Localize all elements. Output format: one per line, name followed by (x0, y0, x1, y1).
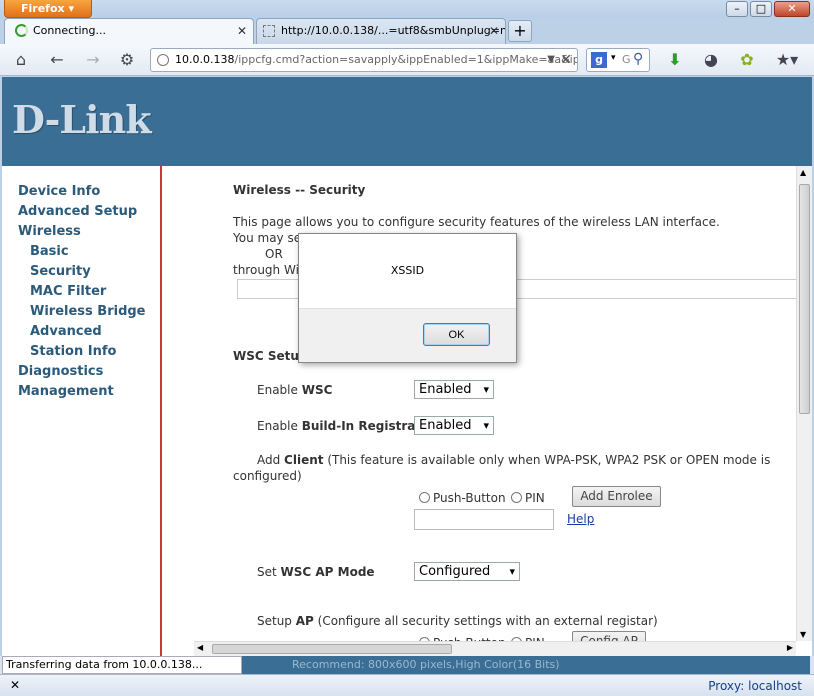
ap-mode-label: Set (257, 565, 281, 579)
search-input[interactable]: G (622, 53, 631, 66)
sidebar-item-diagnostics[interactable]: Diagnostics (18, 364, 103, 379)
loading-spinner-icon (15, 24, 28, 37)
firefox-menu-button[interactable]: Firefox ▾ (4, 0, 92, 18)
sidebar-item-advanced-setup[interactable]: Advanced Setup (18, 204, 137, 219)
horizontal-scroll-thumb[interactable] (212, 644, 452, 654)
forward-icon[interactable]: → (82, 50, 104, 70)
add-client-label-bold: Client (284, 453, 324, 467)
tab-connecting[interactable]: Connecting... ✕ (4, 18, 254, 44)
sidebar-item-mac-filter[interactable]: MAC Filter (30, 284, 106, 299)
palette-icon[interactable]: ◕ (700, 50, 722, 70)
enable-wsc-label: Enable (257, 383, 302, 397)
enable-wsc-label-bold: WSC (301, 383, 333, 397)
search-icon[interactable]: ⚲ (633, 51, 643, 67)
dialog-footer: OK (299, 308, 516, 362)
home-icon[interactable]: ⌂ (10, 50, 32, 70)
google-icon[interactable]: g (591, 52, 607, 68)
tab-bar: Connecting... ✕ http://10.0.0.138/...=ut… (0, 18, 814, 44)
url-bar[interactable]: 10.0.0.138/ippcfg.cmd?action=savapply&ip… (150, 48, 578, 72)
sidebar-item-station-info[interactable]: Station Info (30, 344, 116, 359)
stop-icon[interactable]: ✕ (560, 49, 572, 71)
back-icon[interactable]: ← (46, 50, 68, 70)
sidebar-item-device-info[interactable]: Device Info (18, 184, 100, 199)
ap-mode-select[interactable]: Configured (414, 562, 520, 581)
sidebar-item-advanced[interactable]: Advanced (30, 324, 102, 339)
tab-url[interactable]: http://10.0.0.138/...=utf8&smbUnplug=no … (256, 18, 506, 44)
pin-radio[interactable] (511, 492, 522, 503)
setup-ap-label-bold: AP (295, 614, 314, 628)
scroll-up-icon[interactable]: ▲ (800, 168, 806, 177)
status-text: Transferring data from 10.0.0.138... (2, 656, 242, 674)
horizontal-scrollbar[interactable]: ◀ ▶ (194, 641, 796, 656)
footer-banner: Recommend: 800x600 pixels,High Color(16 … (162, 656, 810, 674)
status-bar: Recommend: 800x600 pixels,High Color(16 … (0, 656, 814, 674)
sidebar-item-wireless[interactable]: Wireless (18, 224, 81, 239)
wsc-setup-heading: WSC Setup (233, 349, 308, 363)
enable-registrar-label: Enable (257, 419, 302, 433)
close-addon-bar-icon[interactable]: ✕ (10, 678, 20, 692)
sidebar-item-management[interactable]: Management (18, 384, 114, 399)
add-client-label: Add (257, 453, 285, 467)
sidebar-item-basic[interactable]: Basic (30, 244, 69, 259)
intro-text: This page allows you to configure securi… (233, 215, 720, 229)
sidebar-item-wireless-bridge[interactable]: Wireless Bridge (30, 304, 146, 319)
site-identity-icon[interactable] (157, 54, 169, 66)
add-client-note: configured) (233, 469, 302, 483)
add-client-note: (This feature is available only when WPA… (323, 453, 771, 467)
enable-registrar-select[interactable]: Enabled (414, 416, 494, 435)
intro-text: OR (265, 247, 283, 261)
addon-bar: ✕ Proxy: localhost (0, 674, 814, 696)
dlink-logo: D-Link (12, 97, 152, 142)
intro-text: through Wi (233, 263, 299, 277)
pin-input[interactable] (414, 509, 554, 530)
addon-icon[interactable]: ✿ (736, 50, 758, 70)
close-window-icon[interactable]: ✕ (774, 1, 810, 17)
pin-label: PIN (525, 491, 545, 505)
alert-message: XSSID (390, 264, 425, 277)
enable-wsc-select[interactable]: Enabled (414, 380, 494, 399)
add-enrolee-button[interactable]: Add Enrolee (572, 486, 661, 507)
bookmarks-menu-icon[interactable]: ★▾ (772, 50, 802, 70)
recommend-text: Recommend: 800x600 pixels,High Color(16 … (292, 658, 560, 671)
push-button-label: Push-Button (433, 491, 506, 505)
url-host: 10.0.0.138 (175, 53, 235, 66)
tab-label: Connecting... (33, 24, 106, 37)
connection-icon[interactable]: ⚙ (116, 50, 138, 70)
scroll-left-icon[interactable]: ◀ (197, 643, 203, 652)
window-titlebar: Firefox ▾ – □ ✕ (0, 0, 814, 18)
url-path: /ippcfg.cmd?action=savapply&ippEnabled=1… (234, 53, 578, 66)
help-link[interactable]: Help (567, 512, 594, 526)
new-tab-button[interactable]: + (508, 20, 532, 42)
download-icon[interactable]: ⬇ (664, 50, 686, 70)
url-dropdown-icon[interactable]: ▼ (547, 49, 555, 71)
enable-registrar-label-bold: Build-In Registrar (301, 419, 422, 433)
push-button-radio[interactable] (419, 492, 430, 503)
sidebar-menu: Device Info Advanced Setup Wireless Basi… (2, 166, 162, 656)
alert-dialog: XSSID OK (298, 233, 517, 363)
minimize-icon[interactable]: – (726, 1, 748, 17)
navigation-toolbar: ⌂ ← → ⚙ 10.0.0.138/ippcfg.cmd?action=sav… (0, 44, 814, 76)
scroll-right-icon[interactable]: ▶ (787, 643, 793, 652)
setup-ap-note: (Configure all security settings with an… (313, 614, 658, 628)
close-tab-icon[interactable]: ✕ (237, 24, 247, 38)
search-box[interactable]: g ▾ G ⚲ (586, 48, 650, 72)
vertical-scroll-thumb[interactable] (799, 184, 810, 414)
page-title: Wireless -- Security (233, 183, 366, 197)
setup-ap-label: Setup (257, 614, 296, 628)
close-tab-icon[interactable]: ✕ (489, 24, 499, 38)
sidebar-item-security[interactable]: Security (30, 264, 91, 279)
intro-text: You may se (233, 231, 302, 245)
tab-label: http://10.0.0.138/...=utf8&smbUnplug=no (281, 24, 506, 37)
vertical-scrollbar[interactable]: ▲ ▼ (796, 166, 812, 641)
ok-button[interactable]: OK (423, 323, 490, 346)
header-banner: D-Link (2, 77, 812, 166)
ap-mode-label-bold: WSC AP Mode (280, 565, 375, 579)
proxy-status[interactable]: Proxy: localhost (708, 679, 802, 693)
scroll-down-icon[interactable]: ▼ (800, 630, 806, 639)
maximize-icon[interactable]: □ (750, 1, 772, 17)
web-page: D-Link Device Info Advanced Setup Wirele… (2, 77, 812, 656)
page-icon (263, 25, 275, 37)
search-engine-dropdown-icon[interactable]: ▾ (611, 53, 616, 63)
